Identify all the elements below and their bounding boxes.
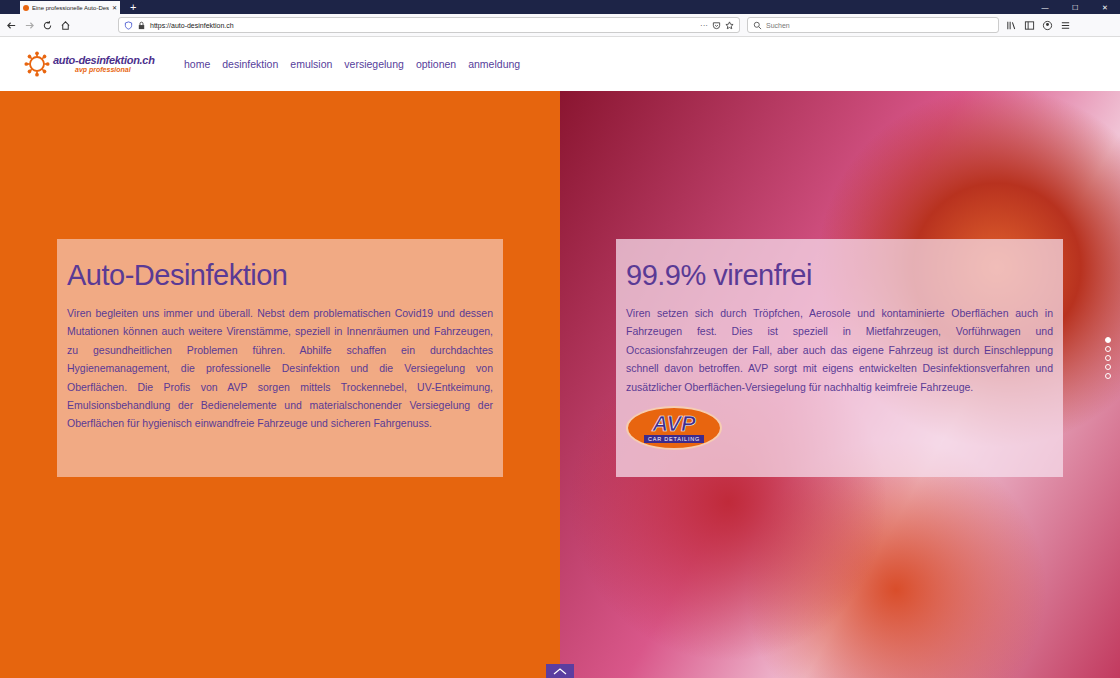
home-icon[interactable] [60,20,71,31]
browser-tab[interactable]: Eine professionelle Auto-Desi ✕ [20,1,120,14]
slider-dot[interactable] [1105,364,1111,370]
url-text: https://auto-desinfektion.ch [150,22,234,29]
slider-dot[interactable] [1105,346,1111,352]
card-text: Viren setzen sich durch Tröpfchen, Aeros… [626,304,1053,396]
window-control[interactable]: ☐ [1060,1,1090,14]
menu-icon[interactable] [1060,20,1071,31]
toolbar: https://auto-desinfektion.ch ··· Suchen [0,14,1120,37]
lock-icon [137,21,146,30]
logo-name: auto-desinfektion.ch [53,55,155,67]
new-tab-button[interactable]: + [130,1,136,14]
main-nav: home desinfektion emulsion versiegelung opti… [184,58,520,70]
card-text: Viren begleiten uns immer und überall. N… [67,304,493,433]
avp-badge: AVP CAR DETAILING [626,406,722,450]
pocket-icon[interactable] [712,21,721,30]
info-card: Auto-Desinfektion Viren begleiten uns im… [57,239,503,477]
search-field[interactable]: Suchen [747,17,999,33]
account-icon[interactable] [1042,20,1053,31]
window-control[interactable]: — [1030,1,1060,14]
slider-dots [1105,337,1111,379]
nav-item[interactable]: emulsion [290,58,332,70]
info-card: 99.9% virenfrei Viren setzen sich durch … [616,239,1063,477]
search-icon [753,21,762,30]
chevron-up-icon [552,667,568,675]
nav-item[interactable]: desinfektion [222,58,278,70]
badge-tagline: CAR DETAILING [644,435,704,443]
hero: Auto-Desinfektion Viren begleiten uns im… [0,91,1120,678]
hero-photo: 99.9% virenfrei Viren setzen sich durch … [560,91,1120,678]
shield-icon [124,21,133,30]
search-placeholder: Suchen [766,22,790,29]
nav-item[interactable]: home [184,58,210,70]
tab-close-icon[interactable]: ✕ [112,4,117,11]
sidebar-icon[interactable] [1024,20,1035,31]
site-header: auto-desinfektion.ch avp professional ho… [0,37,1120,91]
nav-item[interactable]: versiegelung [344,58,404,70]
virus-logo-icon [24,51,50,77]
site-logo[interactable]: auto-desinfektion.ch avp professional [24,51,154,77]
slider-dot[interactable] [1105,355,1111,361]
card-title: 99.9% virenfrei [626,259,1053,292]
bookmark-star-icon[interactable] [725,21,734,30]
browser-window: Eine professionelle Auto-Desi ✕ + —☐✕ ht… [0,0,1120,678]
address-bar[interactable]: https://auto-desinfektion.ch ··· [118,17,740,33]
badge-brand: AVP [652,413,696,435]
back-icon[interactable] [6,20,17,31]
nav-item[interactable]: optionen [416,58,456,70]
scroll-top-button[interactable] [546,664,574,678]
logo-subtitle: avp professional [53,66,155,73]
window-control[interactable]: ✕ [1090,1,1120,14]
reload-icon[interactable] [42,20,53,31]
favicon-icon [23,5,29,11]
nav-item[interactable]: anmeldung [468,58,520,70]
page-actions-button[interactable]: ··· [700,21,708,30]
tab-bar: Eine professionelle Auto-Desi ✕ + —☐✕ [0,0,1120,14]
card-title: Auto-Desinfektion [67,259,493,292]
hero-left: Auto-Desinfektion Viren begleiten uns im… [0,91,560,678]
slider-dot[interactable] [1105,337,1111,343]
slider-dot[interactable] [1105,373,1111,379]
library-icon[interactable] [1006,20,1017,31]
tab-title: Eine professionelle Auto-Desi [32,5,109,11]
forward-icon[interactable] [24,20,35,31]
